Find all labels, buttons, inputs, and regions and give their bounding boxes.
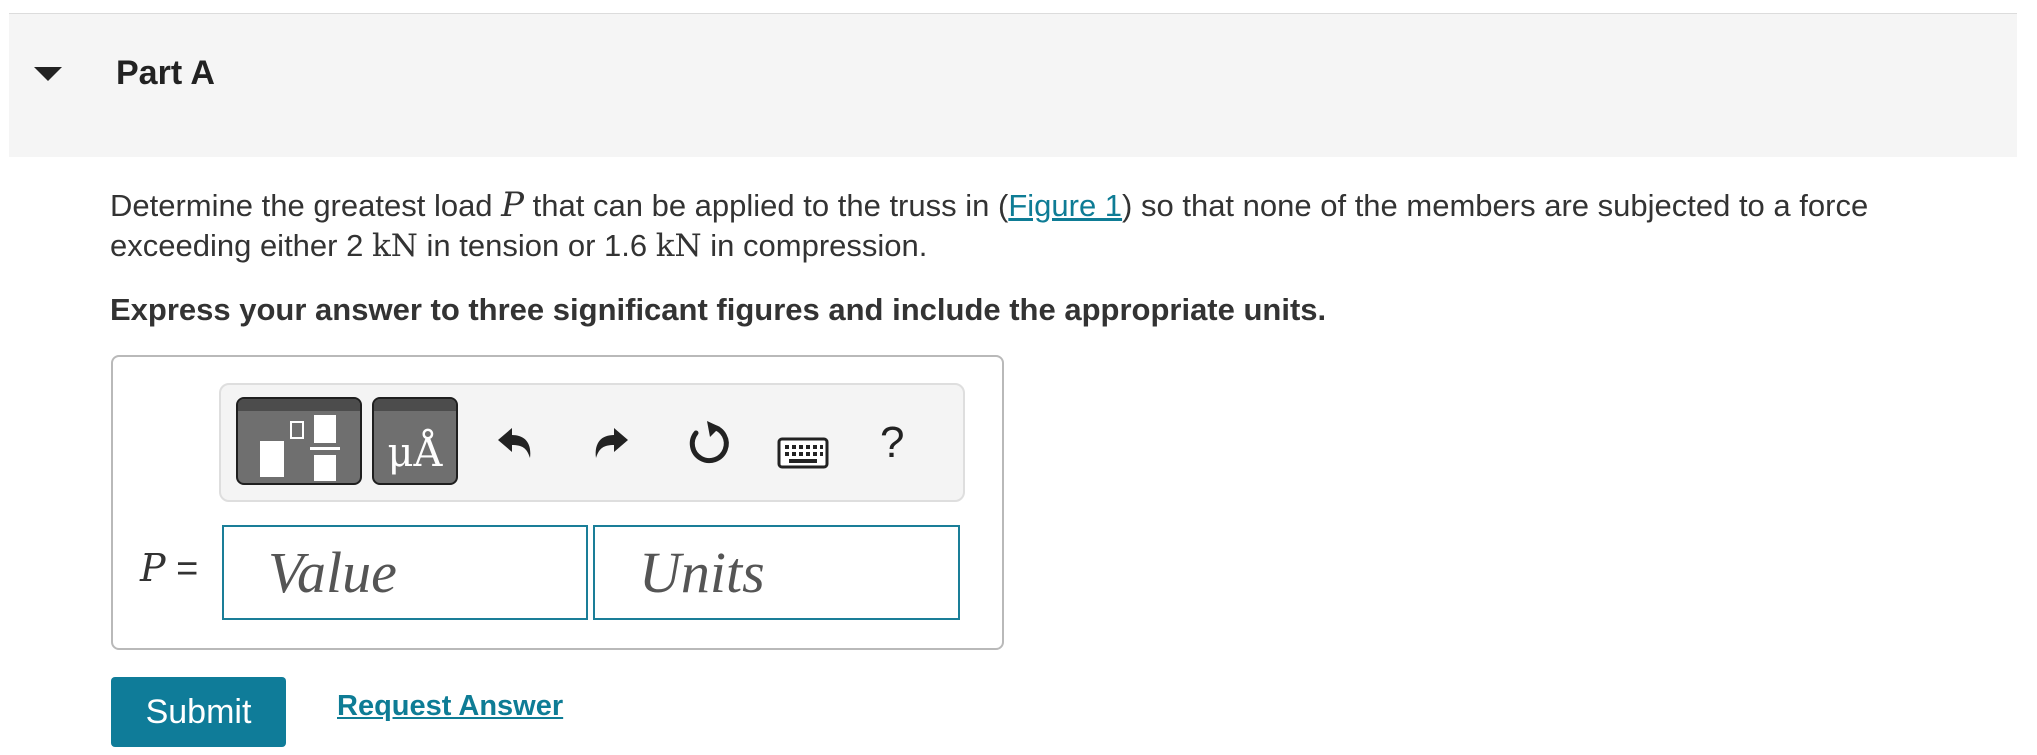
figure-link[interactable]: Figure 1 — [1008, 188, 1122, 223]
keyboard-icon[interactable] — [777, 437, 829, 471]
part-header[interactable] — [9, 14, 2017, 157]
part-title[interactable]: Part A — [116, 54, 215, 93]
prompt-text: Determine the greatest load — [110, 188, 502, 223]
template-fraction-bar — [310, 447, 340, 450]
request-answer-link[interactable]: Request Answer — [337, 690, 563, 723]
units-button-label: μÅ — [387, 430, 443, 476]
problem-statement: Determine the greatest load P that can b… — [110, 185, 2010, 266]
load-variable: P — [501, 185, 525, 225]
submit-button[interactable]: Submit — [111, 677, 286, 747]
template-numerator-shape — [314, 415, 336, 443]
tension-unit: kN — [371, 228, 418, 264]
units-input[interactable] — [593, 525, 960, 620]
units-icon[interactable]: μÅ — [372, 397, 458, 485]
template-exponent-shape — [290, 421, 304, 439]
tension-value: 2 — [346, 228, 364, 263]
undo-icon[interactable] — [492, 420, 538, 466]
template-base-shape — [260, 441, 284, 477]
prompt-text: that can be applied to the truss in ( — [524, 188, 1009, 223]
compression-unit: kN — [655, 228, 702, 264]
template-denominator-shape — [314, 455, 336, 481]
variable-symbol: P — [140, 546, 166, 590]
value-input[interactable] — [222, 525, 588, 620]
prompt-text: in compression. — [701, 228, 928, 263]
compression-value: 1.6 — [604, 228, 648, 263]
caret-down-icon[interactable] — [34, 67, 62, 81]
reset-icon[interactable] — [684, 418, 732, 468]
variable-label: P = — [140, 546, 198, 591]
redo-icon[interactable] — [588, 420, 634, 466]
equals-sign: = — [165, 548, 199, 590]
templates-icon[interactable] — [236, 397, 362, 485]
answer-instruction: Express your answer to three significant… — [110, 292, 1327, 327]
prompt-text: in tension or — [417, 228, 605, 263]
help-icon[interactable]: ? — [880, 418, 904, 468]
